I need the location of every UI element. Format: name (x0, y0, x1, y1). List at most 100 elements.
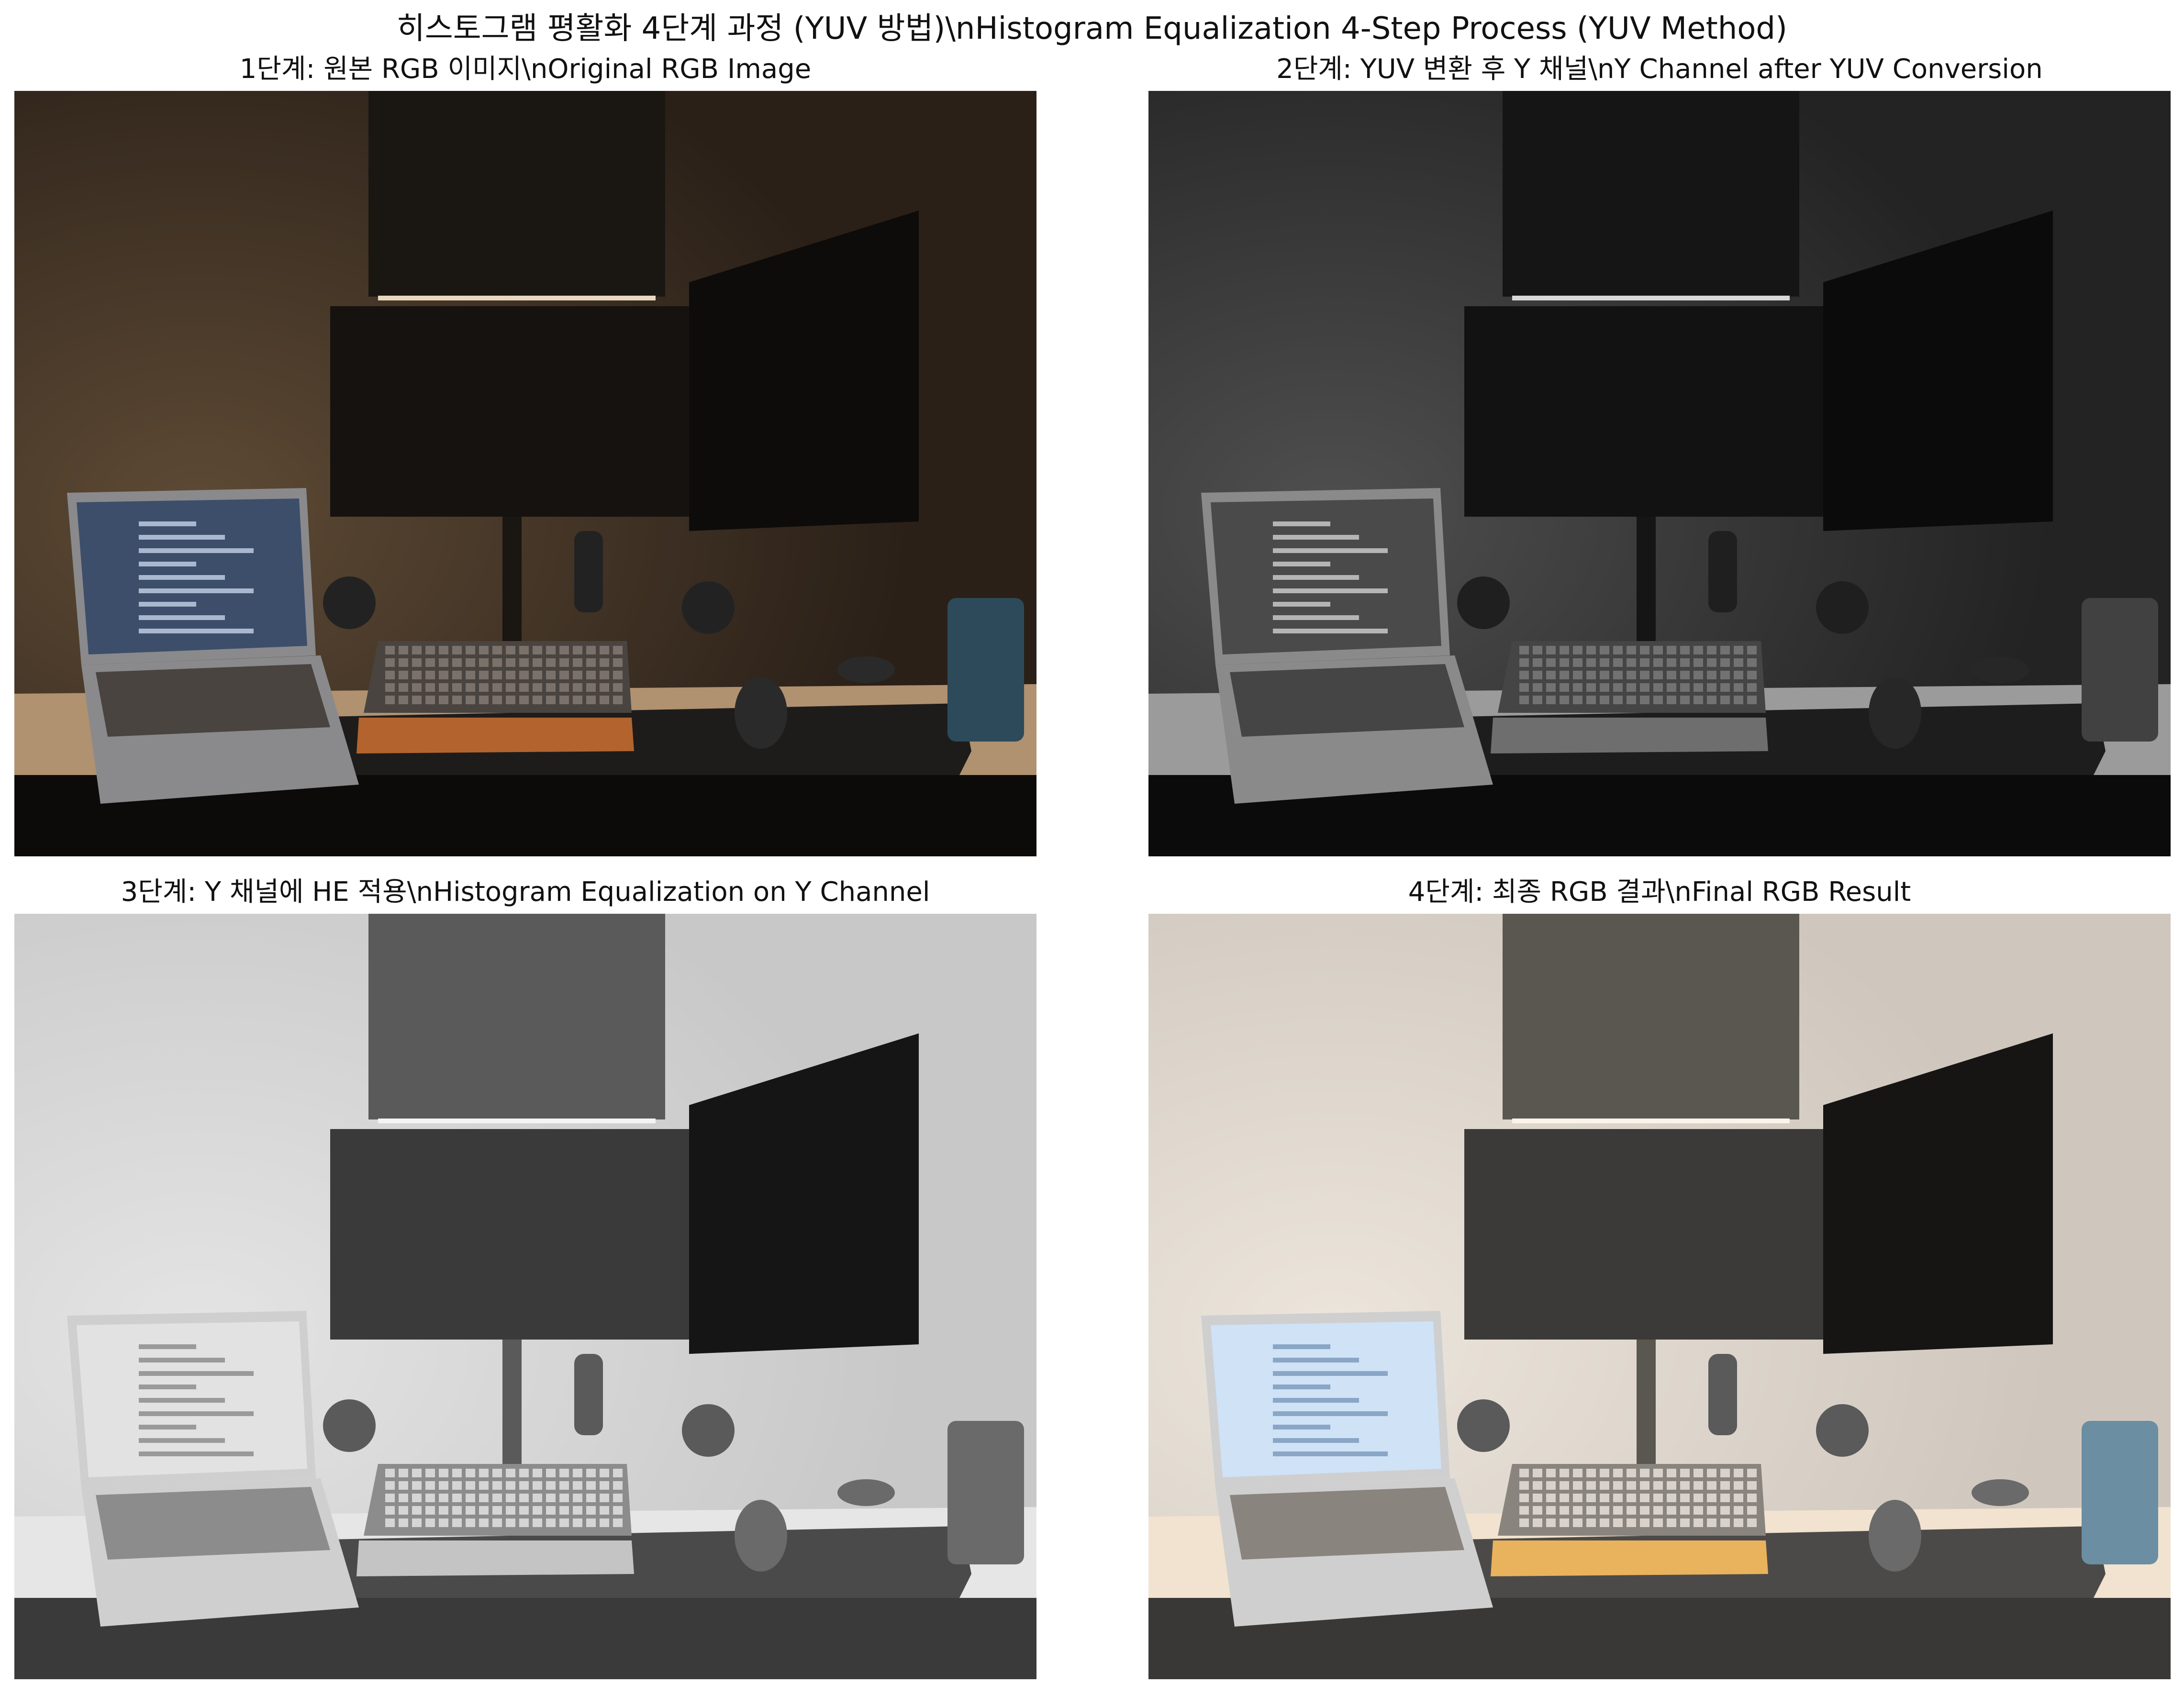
keycap (1560, 1481, 1569, 1490)
keycap (613, 1506, 623, 1515)
keycap (1667, 1469, 1676, 1477)
keycap (1653, 1494, 1663, 1502)
keycap (1707, 1469, 1716, 1477)
keycap (466, 1494, 475, 1502)
laptop-code-line (139, 1371, 254, 1376)
keycap (479, 658, 489, 667)
laptop-code-line (139, 602, 196, 607)
keycap (1680, 696, 1690, 704)
keycap (506, 1518, 515, 1527)
laptop-code-line (139, 1358, 225, 1363)
keycap (1747, 646, 1757, 654)
wrist-rest (1491, 1540, 1768, 1576)
keycap (1667, 646, 1676, 654)
keycap (1734, 1494, 1743, 1502)
keycap (1734, 1506, 1743, 1515)
keycap (1707, 658, 1716, 667)
keycap (546, 646, 556, 654)
keycap (1720, 696, 1730, 704)
keycap (506, 1506, 515, 1515)
laptop-code-line (139, 1425, 196, 1429)
keycap (1734, 1481, 1743, 1490)
laptop-keyboard (96, 664, 330, 737)
keycap (412, 1518, 422, 1527)
keycap (1560, 671, 1569, 679)
keycap (519, 1518, 529, 1527)
light-bar (378, 296, 656, 300)
keycap (1519, 1506, 1529, 1515)
keycap (1680, 1518, 1690, 1527)
keycap (425, 1518, 435, 1527)
keycap (1694, 1494, 1703, 1502)
wrist-rest (357, 1540, 634, 1576)
laptop-code-line (1273, 1385, 1330, 1389)
keycap (452, 683, 462, 692)
keycap (1586, 1481, 1596, 1490)
keycap (586, 658, 596, 667)
keycap (385, 1506, 395, 1515)
laptop-code-line (1273, 1451, 1388, 1456)
monitor-arm (1637, 1340, 1656, 1464)
keycap (573, 1518, 582, 1527)
keycap (546, 1506, 556, 1515)
keycap (466, 683, 475, 692)
keycap (533, 696, 542, 704)
keycap (1747, 1469, 1757, 1477)
keycap (1600, 1481, 1609, 1490)
laptop-code-line (139, 575, 225, 580)
keycap (425, 1481, 435, 1490)
laptop-code-line (139, 1398, 225, 1403)
laptop-code-line (139, 1438, 225, 1443)
panel-3-title: 3단계: Y 채널에 HE 적용\nHistogram Equalization… (121, 876, 930, 908)
keycap (559, 671, 569, 679)
keycap (425, 683, 435, 692)
scene-svg (1148, 91, 2171, 856)
keycap (559, 683, 569, 692)
keycap (1533, 1469, 1542, 1477)
keycap (573, 696, 582, 704)
keycap (1734, 658, 1743, 667)
keycap (1694, 671, 1703, 679)
small-mouse (837, 656, 895, 683)
keycap (425, 1494, 435, 1502)
laptop-code-line (1273, 521, 1330, 526)
keycap (1573, 658, 1582, 667)
keycap (506, 683, 515, 692)
keycap (412, 1506, 422, 1515)
laptop-keyboard (1230, 1487, 1464, 1560)
keycap (425, 1469, 435, 1477)
keycap (1560, 683, 1569, 692)
mouse (735, 677, 787, 749)
keycap (506, 658, 515, 667)
keycap (600, 1518, 609, 1527)
keycap (1573, 1518, 1582, 1527)
keycap (466, 1481, 475, 1490)
keycap (1694, 658, 1703, 667)
monitor-main (330, 306, 699, 517)
keycap (519, 671, 529, 679)
keycap (492, 1518, 502, 1527)
keycap (546, 658, 556, 667)
keycap (466, 1518, 475, 1527)
keycap (439, 1518, 448, 1527)
keycap (1519, 696, 1529, 704)
keycap (600, 671, 609, 679)
keycap (1519, 1481, 1529, 1490)
keycap (452, 646, 462, 654)
keycap (1707, 683, 1716, 692)
keycap (533, 1506, 542, 1515)
keycap (1653, 1469, 1663, 1477)
keycap (586, 696, 596, 704)
keycap (1519, 658, 1529, 667)
keycap (492, 696, 502, 704)
laptop-code-line (139, 1385, 196, 1389)
keycap (439, 1481, 448, 1490)
keycap (466, 646, 475, 654)
keycap (399, 658, 408, 667)
keycap (1533, 671, 1542, 679)
laptop-code-line (139, 521, 196, 526)
keycap (439, 658, 448, 667)
keycap (1560, 1469, 1569, 1477)
panel-2-y-channel-image (1148, 91, 2171, 856)
laptop-code-line (1273, 629, 1388, 633)
